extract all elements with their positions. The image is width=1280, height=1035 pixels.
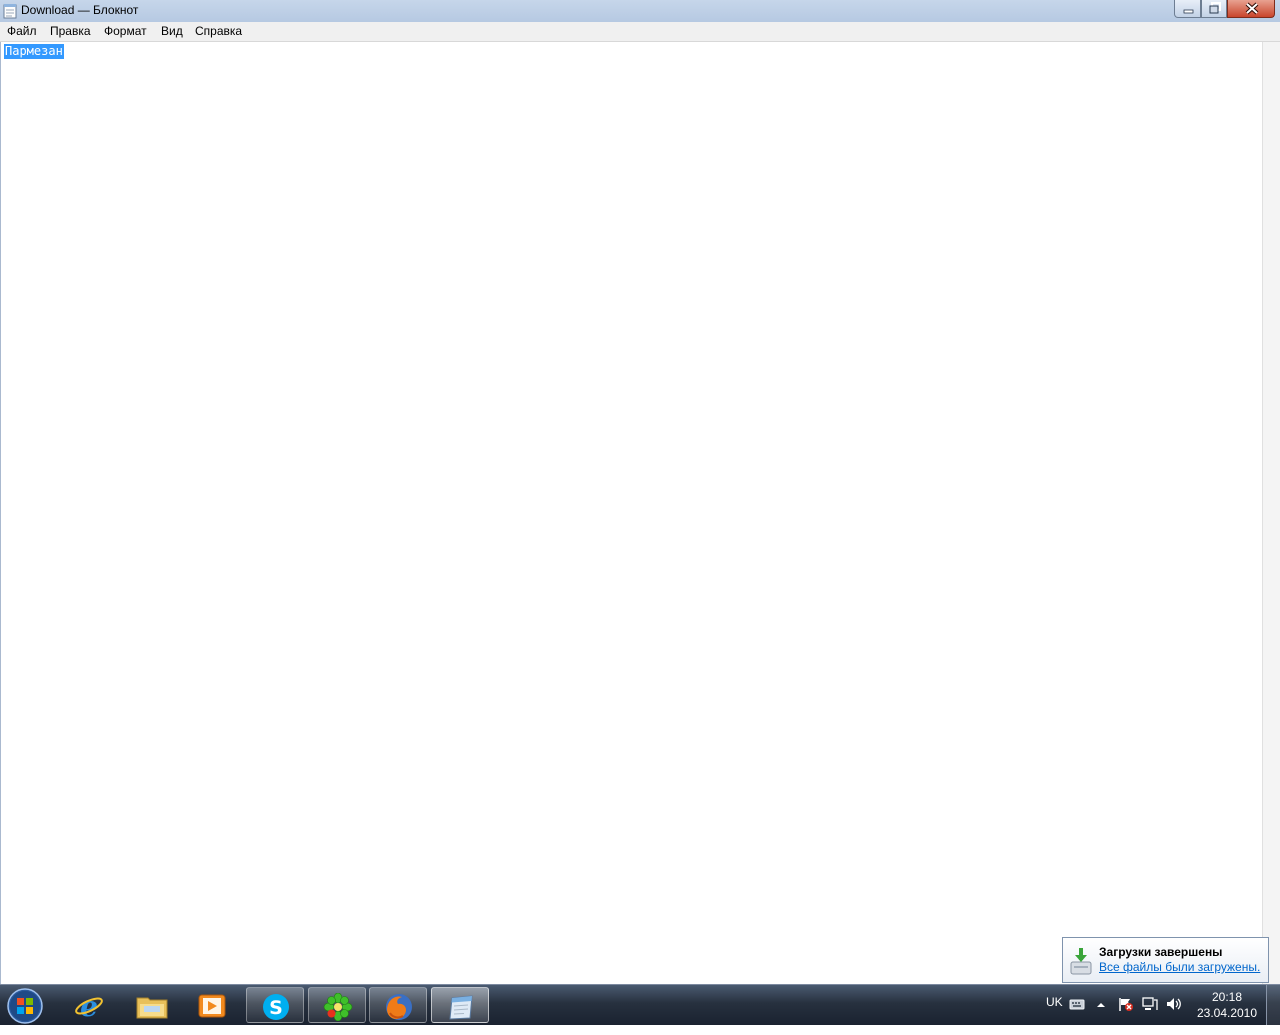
action-center-flag-icon[interactable] — [1118, 996, 1134, 1012]
start-button[interactable] — [6, 987, 44, 1025]
menu-format[interactable]: Формат — [104, 24, 147, 38]
selected-text[interactable]: Пармезан — [4, 44, 64, 59]
keyboard-icon[interactable] — [1069, 997, 1085, 1011]
notification-link[interactable]: Все файлы были загружены. — [1099, 960, 1260, 974]
taskbar: e S UK 20:18 23.04.2010 — [0, 984, 1280, 1025]
clock-date: 23.04.2010 — [1196, 1006, 1258, 1020]
clock[interactable]: 20:18 23.04.2010 — [1196, 989, 1258, 1021]
show-desktop-button[interactable] — [1266, 985, 1280, 1025]
restore-icon — [1209, 2, 1221, 14]
download-complete-icon — [1070, 948, 1092, 975]
firefox-icon — [386, 994, 412, 1020]
volume-icon[interactable] — [1165, 996, 1183, 1012]
clock-time: 20:18 — [1211, 990, 1243, 1004]
notification-title: Загрузки завершены — [1099, 945, 1223, 959]
maximize-button[interactable] — [1201, 0, 1227, 18]
icq-flower-icon — [323, 993, 353, 1021]
language-indicator[interactable]: UK — [1046, 995, 1063, 1035]
notepad-icon — [449, 995, 473, 1020]
menu-bar: Файл Правка Формат Вид Справка — [0, 22, 1280, 42]
menu-edit[interactable]: Правка — [50, 24, 91, 38]
show-hidden-icons-icon[interactable] — [1096, 1001, 1106, 1009]
vertical-scrollbar[interactable] — [1262, 42, 1280, 984]
menu-help[interactable]: Справка — [195, 24, 242, 38]
taskbar-internet-explorer[interactable]: e — [60, 987, 118, 1023]
menu-view[interactable]: Вид — [161, 24, 183, 38]
taskbar-windows-explorer[interactable] — [122, 987, 180, 1023]
taskbar-icq[interactable] — [308, 987, 366, 1023]
text-editor[interactable]: Пармезан — [0, 42, 1263, 984]
taskbar-skype[interactable]: S — [246, 987, 304, 1023]
skype-icon: S — [263, 994, 289, 1020]
minimize-button[interactable] — [1174, 0, 1201, 18]
close-button[interactable] — [1227, 0, 1275, 18]
network-icon[interactable] — [1142, 996, 1158, 1012]
media-player-icon — [198, 994, 226, 1018]
close-icon — [1245, 2, 1259, 15]
taskbar-firefox[interactable] — [369, 987, 427, 1023]
notepad-icon — [3, 4, 17, 19]
menu-file[interactable]: Файл — [7, 24, 37, 38]
svg-text:S: S — [269, 997, 283, 1019]
taskbar-notepad[interactable] — [431, 987, 489, 1023]
folder-icon — [136, 997, 168, 1019]
minimize-icon — [1183, 9, 1194, 14]
title-bar[interactable]: Download — Блокнот — [0, 0, 1280, 23]
taskbar-media-player[interactable] — [183, 987, 241, 1023]
svg-text:e: e — [80, 992, 98, 1020]
download-notification[interactable]: Загрузки завершены Все файлы были загруж… — [1062, 937, 1269, 983]
window-title: Download — Блокнот — [21, 3, 139, 17]
internet-explorer-icon: e — [75, 992, 103, 1020]
